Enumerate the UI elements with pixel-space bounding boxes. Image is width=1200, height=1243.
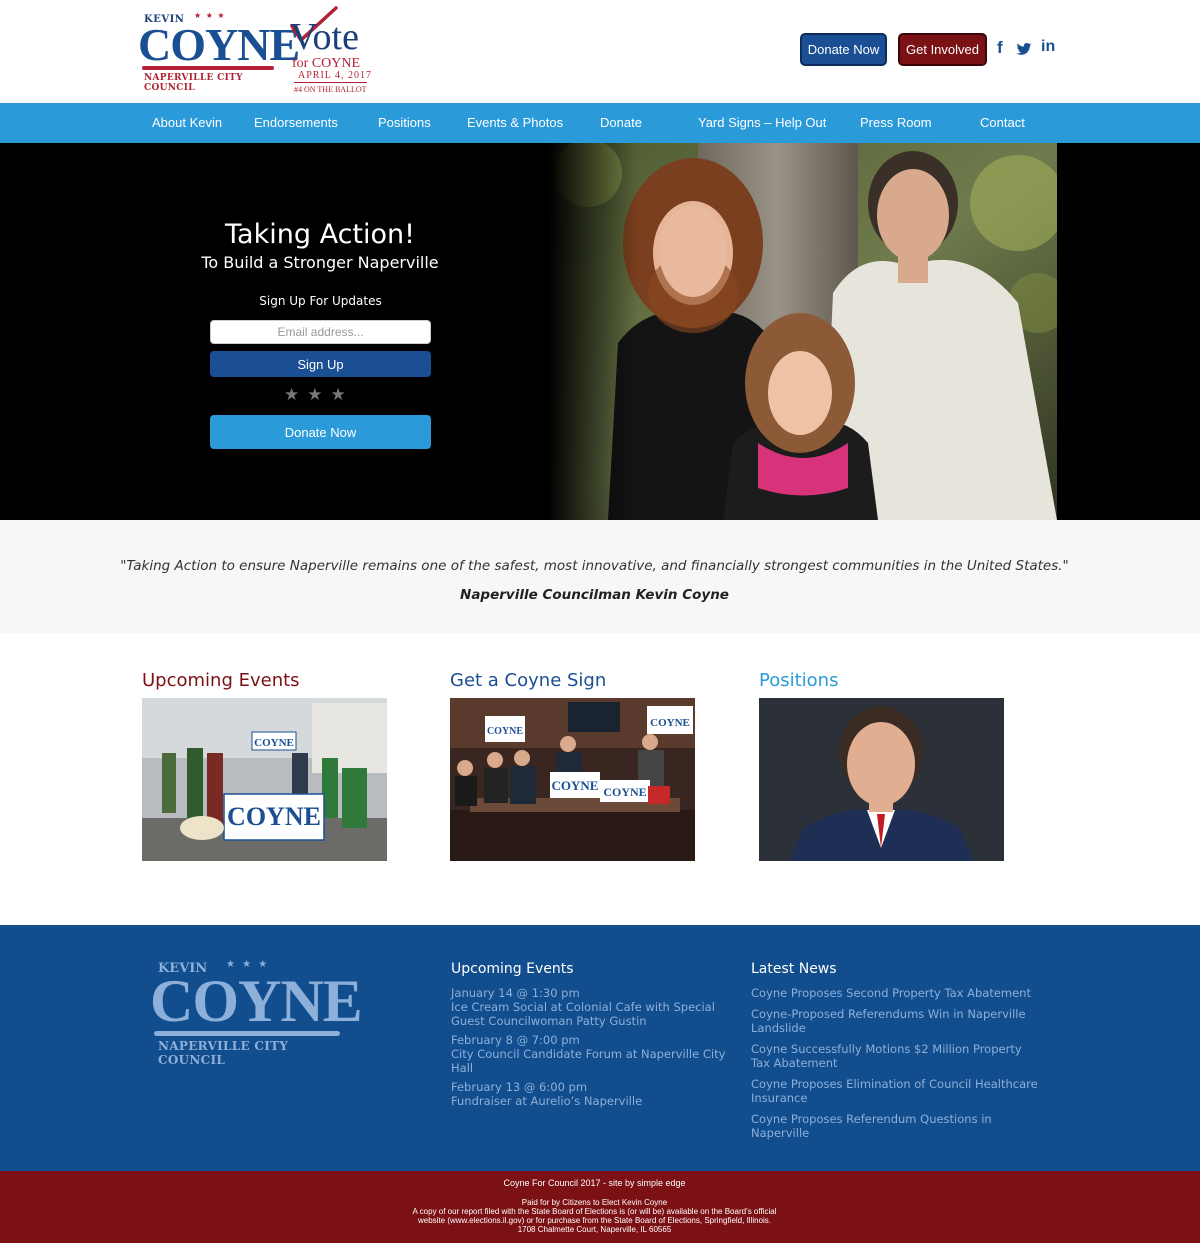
header-donate-button[interactable]: Donate Now [800,33,887,66]
signup-button[interactable]: Sign Up [210,351,431,377]
bottom-bar: Coyne For Council 2017 - site by simple … [0,1171,1200,1243]
disclaimer-line: website (www.elections.il.gov) or for pu… [417,1216,772,1225]
sign-photo-text-4: COYNE [603,785,646,799]
events-photo[interactable]: COYNE COYNE [142,698,387,861]
event-date: January 14 @ 1:30 pm [451,986,580,1000]
logo-name-text: COYNE [138,19,300,70]
sign-photo-text-1: COYNE [487,726,523,737]
sign-photo[interactable]: COYNE COYNE COYNE COYNE [450,698,695,861]
parade-photo: COYNE COYNE [142,698,387,861]
footer-event-item[interactable]: February 13 @ 6:00 pm Fundraiser at Aure… [451,1080,741,1108]
signup-heading: Sign Up For Updates [259,294,382,308]
event-date: February 8 @ 7:00 pm [451,1033,580,1047]
event-title[interactable]: Fundraiser at Aurelio’s Naperville [451,1094,741,1108]
site-credit[interactable]: Coyne For Council 2017 - site by simple … [0,1178,1189,1188]
vote-ballot-text: #4 ON THE BALLOT [294,82,367,94]
footer-logo-council: NAPERVILLE CITY COUNCIL [158,1039,289,1067]
sign-large-text: COYNE [227,802,321,831]
restaurant-photo: COYNE COYNE COYNE COYNE [450,698,695,861]
footer-event-item[interactable]: January 14 @ 1:30 pm Ice Cream Social at… [451,986,741,1028]
event-title[interactable]: Ice Cream Social at Colonial Cafe with S… [451,1000,741,1028]
event-date: February 13 @ 6:00 pm [451,1080,588,1094]
coyne-sign-title[interactable]: Get a Coyne Sign [450,670,606,691]
hero-banner: Taking Action! To Build a Stronger Naper… [0,143,1200,520]
footer-events-list: January 14 @ 1:30 pm Ice Cream Social at… [451,986,741,1113]
sign-small-text: COYNE [254,737,294,749]
headshot-photo [759,698,1004,861]
upcoming-events-title[interactable]: Upcoming Events [142,670,300,691]
nav-item-donate[interactable]: Donate [600,103,642,143]
sign-photo-text-2: COYNE [650,717,690,729]
disclaimer-line: Paid for by Citizens to Elect Kevin Coyn… [521,1198,668,1207]
footer-logo-swoosh [154,1031,340,1036]
get-involved-button[interactable]: Get Involved [898,33,987,66]
footer-logo-name: COYNE [150,968,363,1034]
nav-item-endorsements[interactable]: Endorsements [254,103,338,143]
news-link[interactable]: Coyne Successfully Motions $2 Million Pr… [751,1042,1041,1070]
nav-item-press[interactable]: Press Room [860,103,932,143]
nav-item-yard-signs[interactable]: Yard Signs – Help Out [698,103,826,143]
footer-events-heading: Upcoming Events [451,961,574,977]
logo-council-text: NAPERVILLE CITY COUNCIL [144,73,243,93]
hero-donate-button[interactable]: Donate Now [210,415,431,449]
hero-fade-overlay [548,143,638,520]
site-header: KEVIN ★ ★ ★ COYNE NAPERVILLE CITY COUNCI… [0,0,1200,103]
hero-subtitle: To Build a Stronger Naperville [201,253,439,272]
news-link[interactable]: Coyne Proposes Second Property Tax Abate… [751,986,1041,1000]
logo-swoosh [142,66,274,70]
quote-section: "Taking Action to ensure Naperville rema… [0,520,1200,633]
news-link[interactable]: Coyne Proposes Elimination of Council He… [751,1077,1041,1105]
linkedin-icon[interactable]: in [1041,38,1055,60]
footer-news-heading: Latest News [751,961,837,977]
nav-item-contact[interactable]: Contact [980,103,1025,143]
news-link[interactable]: Coyne-Proposed Referendums Win in Naperv… [751,1007,1041,1035]
vote-text: Vote [290,16,359,58]
coyne-logo[interactable]: KEVIN ★ ★ ★ COYNE NAPERVILLE CITY COUNCI… [138,11,300,93]
vote-logo[interactable]: Vote for COYNE APRIL 4, 2017 #4 ON THE B… [288,6,374,98]
positions-title[interactable]: Positions [759,670,838,691]
site-footer: KEVIN ★ ★ ★ COYNE NAPERVILLE CITY COUNCI… [0,925,1200,1171]
email-input[interactable] [210,320,431,344]
nav-item-about[interactable]: About Kevin [152,103,222,143]
vote-date-text: APRIL 4, 2017 [298,70,373,81]
stars-divider-icon: ★★★ [284,385,354,405]
twitter-icon[interactable] [1016,38,1032,60]
sign-photo-text-3: COYNE [552,778,599,793]
nav-item-positions[interactable]: Positions [378,103,431,143]
news-link[interactable]: Coyne Proposes Referendum Questions in N… [751,1112,1041,1140]
quote-text: "Taking Action to ensure Naperville rema… [120,558,1069,574]
disclaimer-line: A copy of our report filed with the Stat… [412,1207,777,1216]
footer-event-item[interactable]: February 8 @ 7:00 pm City Council Candid… [451,1033,741,1075]
event-title[interactable]: City Council Candidate Forum at Napervil… [451,1047,741,1075]
facebook-icon[interactable]: f [997,38,1003,60]
positions-photo[interactable] [759,698,1004,861]
footer-logo[interactable]: KEVIN ★ ★ ★ COYNE NAPERVILLE CITY COUNCI… [150,959,363,1067]
disclaimer-line: 1708 Chalmette Court, Naperville, IL 605… [517,1225,672,1234]
nav-item-events[interactable]: Events & Photos [467,103,563,143]
hero-title: Taking Action! [225,219,415,250]
paid-for-disclaimer: Paid for by Citizens to Elect Kevin Coyn… [0,1198,1189,1234]
quote-author: Naperville Councilman Kevin Coyne [460,587,729,603]
main-nav: About Kevin Endorsements Positions Event… [0,103,1200,143]
footer-news-list: Coyne Proposes Second Property Tax Abate… [751,986,1041,1147]
